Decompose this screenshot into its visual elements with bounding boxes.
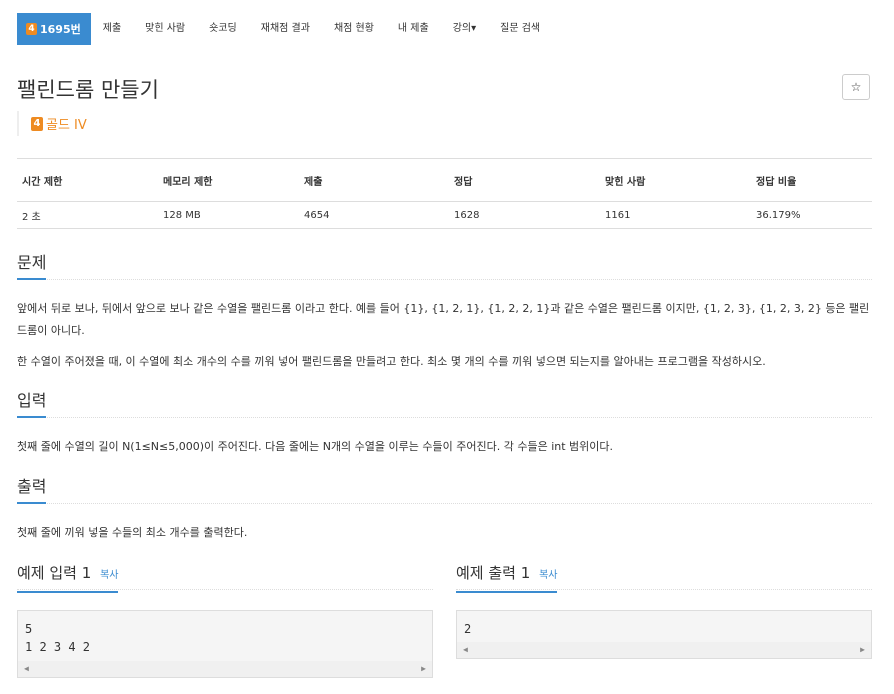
- scroll-left-icon[interactable]: ◀: [24, 664, 29, 673]
- nav-my-submissions[interactable]: 내 제출: [386, 13, 441, 45]
- tier-icon: 4: [26, 23, 37, 35]
- output-description: 첫째 줄에 끼워 넣을 수들의 최소 개수를 출력한다.: [17, 526, 248, 539]
- time-limit-value: 2 초: [17, 201, 158, 229]
- sample-output-content: 2: [464, 622, 472, 636]
- nav-problem-tab[interactable]: 4 1695번: [17, 13, 91, 45]
- problem-heading: 문제: [17, 253, 872, 280]
- horizontal-scrollbar[interactable]: ◀ ▶: [457, 642, 871, 658]
- sample-output-box[interactable]: 2 ◀ ▶: [456, 610, 872, 659]
- horizontal-scrollbar[interactable]: ◀ ▶: [18, 661, 432, 677]
- problem-nav: 4 1695번 제출 맞힌 사람 숏코딩 재채점 결과 채점 현황 내 제출 강…: [17, 13, 552, 45]
- sample-input-box[interactable]: 5 1 2 3 4 2 ◀ ▶: [17, 610, 433, 678]
- table-header-row: 시간 제한 메모리 제한 제출 정답 맞힌 사람 정답 비율: [17, 158, 872, 202]
- col-solved-users: 맞힌 사람: [600, 158, 751, 202]
- tier-text: 골드 IV: [46, 118, 87, 133]
- sample-input-label: 예제 입력 1 복사: [17, 563, 119, 593]
- accepted-value: 1628: [449, 201, 600, 229]
- nav-rejudge-results[interactable]: 재채점 결과: [249, 13, 322, 45]
- problem-info-table: 시간 제한 메모리 제한 제출 정답 맞힌 사람 정답 비율 2 초 128 M…: [17, 158, 872, 229]
- scroll-left-icon[interactable]: ◀: [463, 645, 468, 654]
- submissions-value: 4654: [299, 201, 449, 229]
- nav-lectures-dropdown[interactable]: 강의▾: [441, 13, 488, 45]
- col-time-limit: 시간 제한: [17, 158, 158, 202]
- sample-input-heading: 예제 입력 1 복사: [17, 563, 433, 593]
- memory-limit-value: 128 MB: [158, 201, 299, 229]
- sample-output-heading: 예제 출력 1 복사: [456, 563, 872, 593]
- input-heading-text: 입력: [17, 391, 47, 418]
- sample-output-label: 예제 출력 1 복사: [456, 563, 558, 593]
- col-accepted: 정답: [449, 158, 600, 202]
- solved-users-value: 1161: [600, 201, 751, 229]
- accept-ratio-value: 36.179%: [751, 201, 872, 229]
- col-submissions: 제출: [299, 158, 449, 202]
- tier-label[interactable]: 4 골드 IV: [17, 111, 87, 136]
- output-heading-text: 출력: [17, 477, 47, 504]
- nav-solved-users[interactable]: 맞힌 사람: [133, 13, 197, 45]
- scroll-right-icon[interactable]: ▶: [421, 664, 426, 673]
- sample-input-content: 5 1 2 3 4 2: [25, 622, 91, 654]
- nav-short-coding[interactable]: 숏코딩: [197, 13, 249, 45]
- col-accept-ratio: 정답 비율: [751, 158, 872, 202]
- input-description: 첫째 줄에 수열의 길이 N(1≤N≤5,000)이 주어진다. 다음 줄에는 …: [17, 440, 614, 453]
- col-memory-limit: 메모리 제한: [158, 158, 299, 202]
- star-icon[interactable]: ☆: [842, 74, 870, 100]
- gold-tier-icon: 4: [31, 116, 43, 131]
- nav-submit[interactable]: 제출: [91, 13, 133, 45]
- page-title: 팰린드롬 만들기: [17, 78, 159, 102]
- scroll-right-icon[interactable]: ▶: [860, 645, 865, 654]
- nav-judge-status[interactable]: 채점 현황: [322, 13, 386, 45]
- copy-input-button[interactable]: 복사: [100, 570, 118, 581]
- sample-input-label-text: 예제 입력 1: [17, 564, 92, 582]
- input-heading: 입력: [17, 391, 872, 418]
- copy-output-button[interactable]: 복사: [539, 570, 557, 581]
- table-row: 2 초 128 MB 4654 1628 1161 36.179%: [17, 201, 872, 229]
- problem-description-1: 앞에서 뒤로 보나, 뒤에서 앞으로 보나 같은 수열을 팰린드롬 이라고 한다…: [17, 302, 870, 337]
- nav-question-search[interactable]: 질문 검색: [488, 13, 552, 45]
- problem-number: 1695번: [40, 23, 81, 36]
- sample-output-label-text: 예제 출력 1: [456, 564, 531, 582]
- output-heading: 출력: [17, 477, 872, 504]
- problem-heading-text: 문제: [17, 253, 47, 280]
- problem-description-2: 한 수열이 주어졌을 때, 이 수열에 최소 개수의 수를 끼워 넣어 팰린드롬…: [17, 355, 766, 368]
